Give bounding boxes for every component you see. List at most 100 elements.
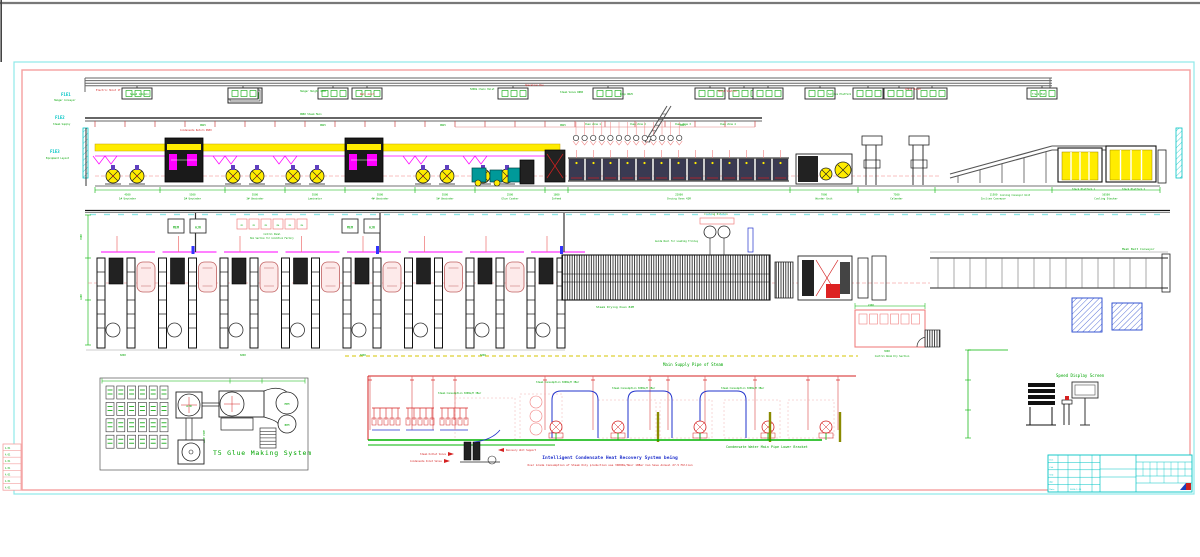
cad-path bbox=[599, 141, 605, 145]
cad-rect bbox=[872, 256, 886, 300]
tiny-annotation: 6000 bbox=[360, 354, 366, 357]
module-lamp bbox=[626, 162, 628, 164]
festoon bbox=[93, 156, 117, 164]
pail-box bbox=[149, 435, 157, 448]
tiny-annotation: Stack Platform 1 bbox=[1072, 188, 1096, 191]
rack-column bbox=[435, 258, 443, 348]
roll-center bbox=[446, 175, 448, 177]
festoon bbox=[463, 156, 487, 164]
festoon-roller bbox=[591, 135, 596, 140]
ctrl-cell bbox=[285, 219, 295, 229]
pail-box bbox=[160, 402, 168, 415]
tank-base bbox=[221, 418, 253, 430]
ctrl-cell bbox=[261, 219, 271, 229]
consumption-label: Steam Consumption 300KG/H 3Bar bbox=[536, 381, 580, 384]
dim-name: Laminator bbox=[308, 197, 322, 201]
recovery-tank bbox=[464, 442, 471, 460]
pail-box bbox=[160, 419, 168, 432]
label-ctrl-caption: Control Panel bbox=[263, 233, 281, 236]
tiny-annotation: Oven Zone 2 bbox=[630, 123, 646, 126]
pail-box bbox=[117, 419, 125, 432]
hanger-box bbox=[917, 88, 947, 99]
roll-center bbox=[506, 175, 508, 177]
idle-roll bbox=[106, 323, 120, 337]
revision-row-label: A 01 bbox=[5, 473, 11, 476]
tank-pipe bbox=[264, 388, 287, 392]
tiny-annotation: 6000 bbox=[480, 354, 486, 357]
dim-value: 1800 bbox=[553, 193, 560, 197]
cad-path bbox=[590, 141, 596, 145]
pail-box bbox=[138, 419, 146, 432]
valve-label: Steam Outlet Valve bbox=[420, 453, 446, 456]
tiny-annotation: Oven Zone 3 bbox=[675, 123, 691, 126]
festoon-roller bbox=[625, 135, 630, 140]
label-f3: F1E3 bbox=[50, 149, 60, 154]
tiny-annotation: Hanger Height 4500 bbox=[300, 90, 326, 93]
roll-center bbox=[256, 175, 258, 177]
module-lamp bbox=[779, 162, 781, 164]
cad-path bbox=[616, 141, 622, 145]
machine-bar bbox=[1028, 389, 1055, 393]
festoon-roller bbox=[573, 135, 578, 140]
tiny-annotation: DN25 bbox=[200, 124, 206, 127]
process-cylinder bbox=[137, 262, 155, 292]
module-lamp bbox=[660, 162, 662, 164]
label-f3-sub: Equipment Layout bbox=[46, 157, 70, 160]
tiny-annotation: 500KG Chain Hoist bbox=[470, 88, 495, 91]
control-room bbox=[855, 310, 925, 347]
cad-path bbox=[625, 141, 631, 145]
dim-value: 7000 bbox=[821, 193, 828, 197]
cad-path bbox=[676, 141, 682, 145]
incline-rail bbox=[950, 150, 1052, 178]
panel-label: MEM bbox=[173, 226, 179, 230]
label-oven: Steam Drying Oven 84M bbox=[596, 305, 634, 309]
dim-name: 4# Unwinder bbox=[371, 197, 389, 201]
ctrl-cell bbox=[237, 219, 247, 229]
module-lamp bbox=[575, 162, 577, 164]
consumption-label: Steam Consumption 300KG/H 3Bar bbox=[721, 387, 765, 390]
label-condensate: Condensate Water Main Pipe Lower Bracket bbox=[726, 445, 808, 449]
rack-column bbox=[159, 258, 167, 348]
dim-name: Drying Oven 42M bbox=[667, 197, 691, 201]
machine-bar bbox=[1028, 401, 1055, 405]
pail-box bbox=[117, 435, 125, 448]
rack-column bbox=[220, 258, 228, 348]
room-annex bbox=[925, 330, 940, 347]
note-red: Over Grade Consumption of Steam Only pro… bbox=[527, 463, 692, 467]
roll-center bbox=[292, 175, 294, 177]
arrow bbox=[444, 459, 450, 463]
rack-column bbox=[373, 258, 381, 348]
module-lamp bbox=[728, 162, 730, 164]
rack-column bbox=[527, 258, 535, 348]
cad-path bbox=[573, 141, 579, 145]
panel-label: AJR bbox=[195, 226, 202, 230]
label-mesh-conveyor: Mesh Belt Conveyor bbox=[1122, 247, 1155, 251]
tiny-annotation: Condensate Return DN50 bbox=[180, 129, 212, 132]
roll-center bbox=[316, 175, 318, 177]
pail-box bbox=[106, 386, 114, 399]
module-lamp bbox=[711, 162, 713, 164]
label-tre-sub: Control Room Dry Section bbox=[875, 355, 910, 358]
tower-unit bbox=[349, 154, 357, 170]
rack-column bbox=[312, 258, 320, 348]
festoon-roller bbox=[634, 135, 639, 140]
valve-blue bbox=[376, 246, 379, 254]
kitchen-column bbox=[748, 228, 753, 252]
cad-circle bbox=[189, 450, 193, 454]
idle-roll bbox=[414, 323, 428, 337]
pail-box bbox=[138, 402, 146, 415]
machine-ghost bbox=[724, 400, 780, 438]
pail-box bbox=[160, 386, 168, 399]
machine-bar bbox=[1028, 383, 1055, 387]
roll-center bbox=[232, 175, 234, 177]
module-lamp bbox=[609, 162, 611, 164]
tiny-annotation: DN25 bbox=[560, 124, 566, 127]
roll-center bbox=[422, 175, 424, 177]
roll-brake bbox=[231, 165, 235, 170]
rack-column bbox=[189, 258, 197, 348]
tiny-annotation: Drop DN25 bbox=[620, 93, 634, 96]
pail-box bbox=[106, 435, 114, 448]
oven-band bbox=[562, 255, 770, 300]
kitchen-tank bbox=[718, 226, 730, 238]
tiny-annotation: Hoist Station bbox=[718, 90, 737, 93]
